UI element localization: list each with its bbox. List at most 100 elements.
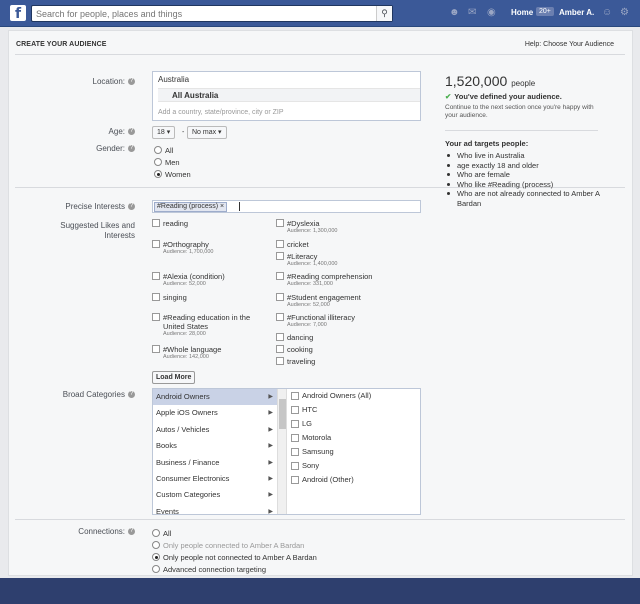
suggested-item[interactable]: #Functional illiteracy Audience: 7,000	[276, 313, 355, 329]
location-input-placeholder[interactable]: Add a country, state/province, city or Z…	[158, 109, 284, 116]
suggested-item[interactable]: singing	[152, 293, 187, 302]
targets-title: Your ad targets people:	[445, 139, 529, 148]
category-item[interactable]: Autos / Vehicles ▶	[153, 422, 277, 438]
text-caret	[239, 202, 240, 211]
search-input[interactable]	[32, 6, 362, 21]
help-icon[interactable]: ?	[128, 391, 135, 399]
category-scrollbar[interactable]	[277, 389, 287, 514]
audience-reach: 1,520,000 people	[445, 73, 536, 89]
connections-not-connected-radio[interactable]: Only people not connected to Amber A Bar…	[152, 553, 317, 562]
suggested-label: Suggested Likes and Interests	[60, 221, 135, 240]
help-icon[interactable]: ?	[128, 78, 135, 86]
subcategory-item[interactable]: HTC	[291, 403, 420, 417]
suggested-item[interactable]: dancing	[276, 333, 313, 342]
category-item[interactable]: Android Owners ▶	[153, 389, 277, 406]
checkmark-icon: ✔	[445, 92, 452, 101]
suggested-item[interactable]: #Dyslexia Audience: 1,300,000	[276, 219, 337, 235]
home-link[interactable]: Home	[511, 8, 533, 17]
location-sub-region[interactable]: All Australia	[158, 88, 420, 102]
target-item: age exactly 18 and older	[445, 161, 610, 171]
target-item: Who live in Australia	[445, 151, 610, 161]
precise-interests-input[interactable]: #Reading (process) ×	[152, 200, 421, 213]
home-badge: 20+	[536, 7, 554, 16]
subcategory-item[interactable]: Samsung	[291, 445, 420, 459]
subcategory-item[interactable]: Sony	[291, 459, 420, 473]
suggested-item[interactable]: #Reading education in the United States A…	[152, 313, 262, 338]
broad-categories-box: Android Owners ▶ Apple iOS Owners ▶ Autos …	[152, 388, 421, 515]
user-profile-link[interactable]: Amber A.	[559, 8, 594, 17]
suggested-item[interactable]: #Student engagement Audience: 52,000	[276, 293, 361, 309]
gender-women-radio[interactable]: Women	[154, 170, 191, 179]
category-item[interactable]: Books ▶	[153, 438, 277, 454]
gender-all-radio[interactable]: All	[154, 146, 173, 155]
chevron-right-icon: ▶	[268, 426, 273, 433]
top-navigation-bar: f ⚲ ☻ ✉ ◉ Home 20+ Amber A. ☺ ⚙	[0, 0, 640, 27]
category-list: Android Owners ▶ Apple iOS Owners ▶ Autos …	[153, 389, 277, 515]
help-link[interactable]: Help: Choose Your Audience	[525, 41, 614, 48]
category-item[interactable]: Consumer Electronics ▶	[153, 471, 277, 487]
remove-token-icon[interactable]: ×	[220, 203, 224, 210]
connections-all-radio[interactable]: All	[152, 529, 171, 538]
divider	[15, 54, 625, 55]
divider	[445, 130, 598, 131]
friend-requests-icon[interactable]: ☻	[449, 7, 460, 18]
category-item[interactable]: Custom Categories ▶	[153, 487, 277, 503]
chevron-right-icon: ▶	[268, 508, 273, 515]
suggested-item[interactable]: cooking	[276, 345, 313, 354]
chevron-right-icon: ▶	[268, 394, 273, 400]
facebook-logo[interactable]: f	[10, 5, 26, 22]
notifications-icon[interactable]: ◉	[487, 7, 496, 18]
subcategory-item[interactable]: Android (Other)	[291, 473, 420, 487]
chevron-right-icon: ▶	[268, 443, 273, 450]
location-label: Location:?	[92, 77, 135, 86]
subcategory-item[interactable]: Android Owners (All)	[291, 389, 420, 403]
category-item[interactable]: Events ▶	[153, 504, 277, 515]
friends-icon[interactable]: ☺	[602, 7, 612, 18]
age-min-select[interactable]: 18 ▾	[152, 126, 176, 139]
suggested-item[interactable]: traveling	[276, 357, 315, 366]
target-item: Who are not already connected to Amber A…	[445, 189, 610, 208]
age-max-select[interactable]: No max ▾	[187, 126, 227, 139]
gender-men-radio[interactable]: Men	[154, 158, 180, 167]
subcategory-list: Android Owners (All) HTC LG Motorola Sam…	[291, 389, 420, 487]
help-icon[interactable]: ?	[128, 145, 135, 153]
settings-gear-icon[interactable]: ⚙	[620, 7, 629, 18]
section-title: CREATE YOUR AUDIENCE	[16, 41, 107, 48]
help-icon[interactable]: ?	[128, 128, 135, 136]
suggested-item[interactable]: #Orthography Audience: 1,700,000	[152, 240, 213, 256]
help-icon[interactable]: ?	[128, 528, 135, 536]
suggested-item[interactable]: cricket	[276, 240, 309, 249]
location-country: Australia	[158, 75, 190, 84]
chevron-right-icon: ▶	[268, 459, 273, 466]
audience-defined-status: ✔ You've defined your audience.	[445, 92, 562, 101]
help-icon[interactable]: ?	[128, 203, 135, 211]
suggested-item[interactable]: #Alexia (condition) Audience: 52,000	[152, 272, 225, 288]
precise-interests-label: Precise Interests?	[65, 202, 135, 211]
location-box[interactable]: Australia All Australia Add a country, s…	[152, 71, 421, 121]
suggested-item[interactable]: #Whole language Audience: 142,000	[152, 345, 221, 361]
connections-advanced-radio[interactable]: Advanced connection targeting	[152, 565, 266, 574]
chevron-right-icon: ▶	[268, 492, 273, 499]
chevron-right-icon: ▶	[268, 410, 273, 417]
os-taskbar	[0, 578, 640, 604]
scrollbar-thumb[interactable]	[279, 399, 286, 429]
connections-connected-radio[interactable]: Only people connected to Amber A Bardan	[152, 541, 304, 550]
age-label: Age:?	[108, 127, 135, 136]
subcategory-item[interactable]: LG	[291, 417, 420, 431]
audience-note: Continue to the next section once you're…	[445, 104, 594, 119]
category-item[interactable]: Apple iOS Owners ▶	[153, 405, 277, 421]
search-box[interactable]: ⚲	[31, 5, 393, 22]
suggested-item[interactable]: #Reading comprehension Audience: 331,000	[276, 272, 372, 288]
gender-label: Gender:?	[96, 144, 135, 153]
suggested-item[interactable]: #Literacy Audience: 1,400,000	[276, 252, 337, 268]
broad-categories-label: Broad Categories?	[62, 390, 135, 399]
subcategory-item[interactable]: Motorola	[291, 431, 420, 445]
category-item[interactable]: Business / Finance ▶	[153, 455, 277, 471]
interest-token[interactable]: #Reading (process) ×	[154, 202, 228, 212]
targets-list: Who live in Australia age exactly 18 and…	[445, 151, 610, 209]
load-more-button[interactable]: Load More	[152, 371, 196, 384]
chevron-right-icon: ▶	[268, 475, 273, 482]
messages-icon[interactable]: ✉	[468, 7, 476, 18]
search-icon[interactable]: ⚲	[376, 6, 392, 21]
suggested-item[interactable]: reading	[152, 219, 188, 228]
